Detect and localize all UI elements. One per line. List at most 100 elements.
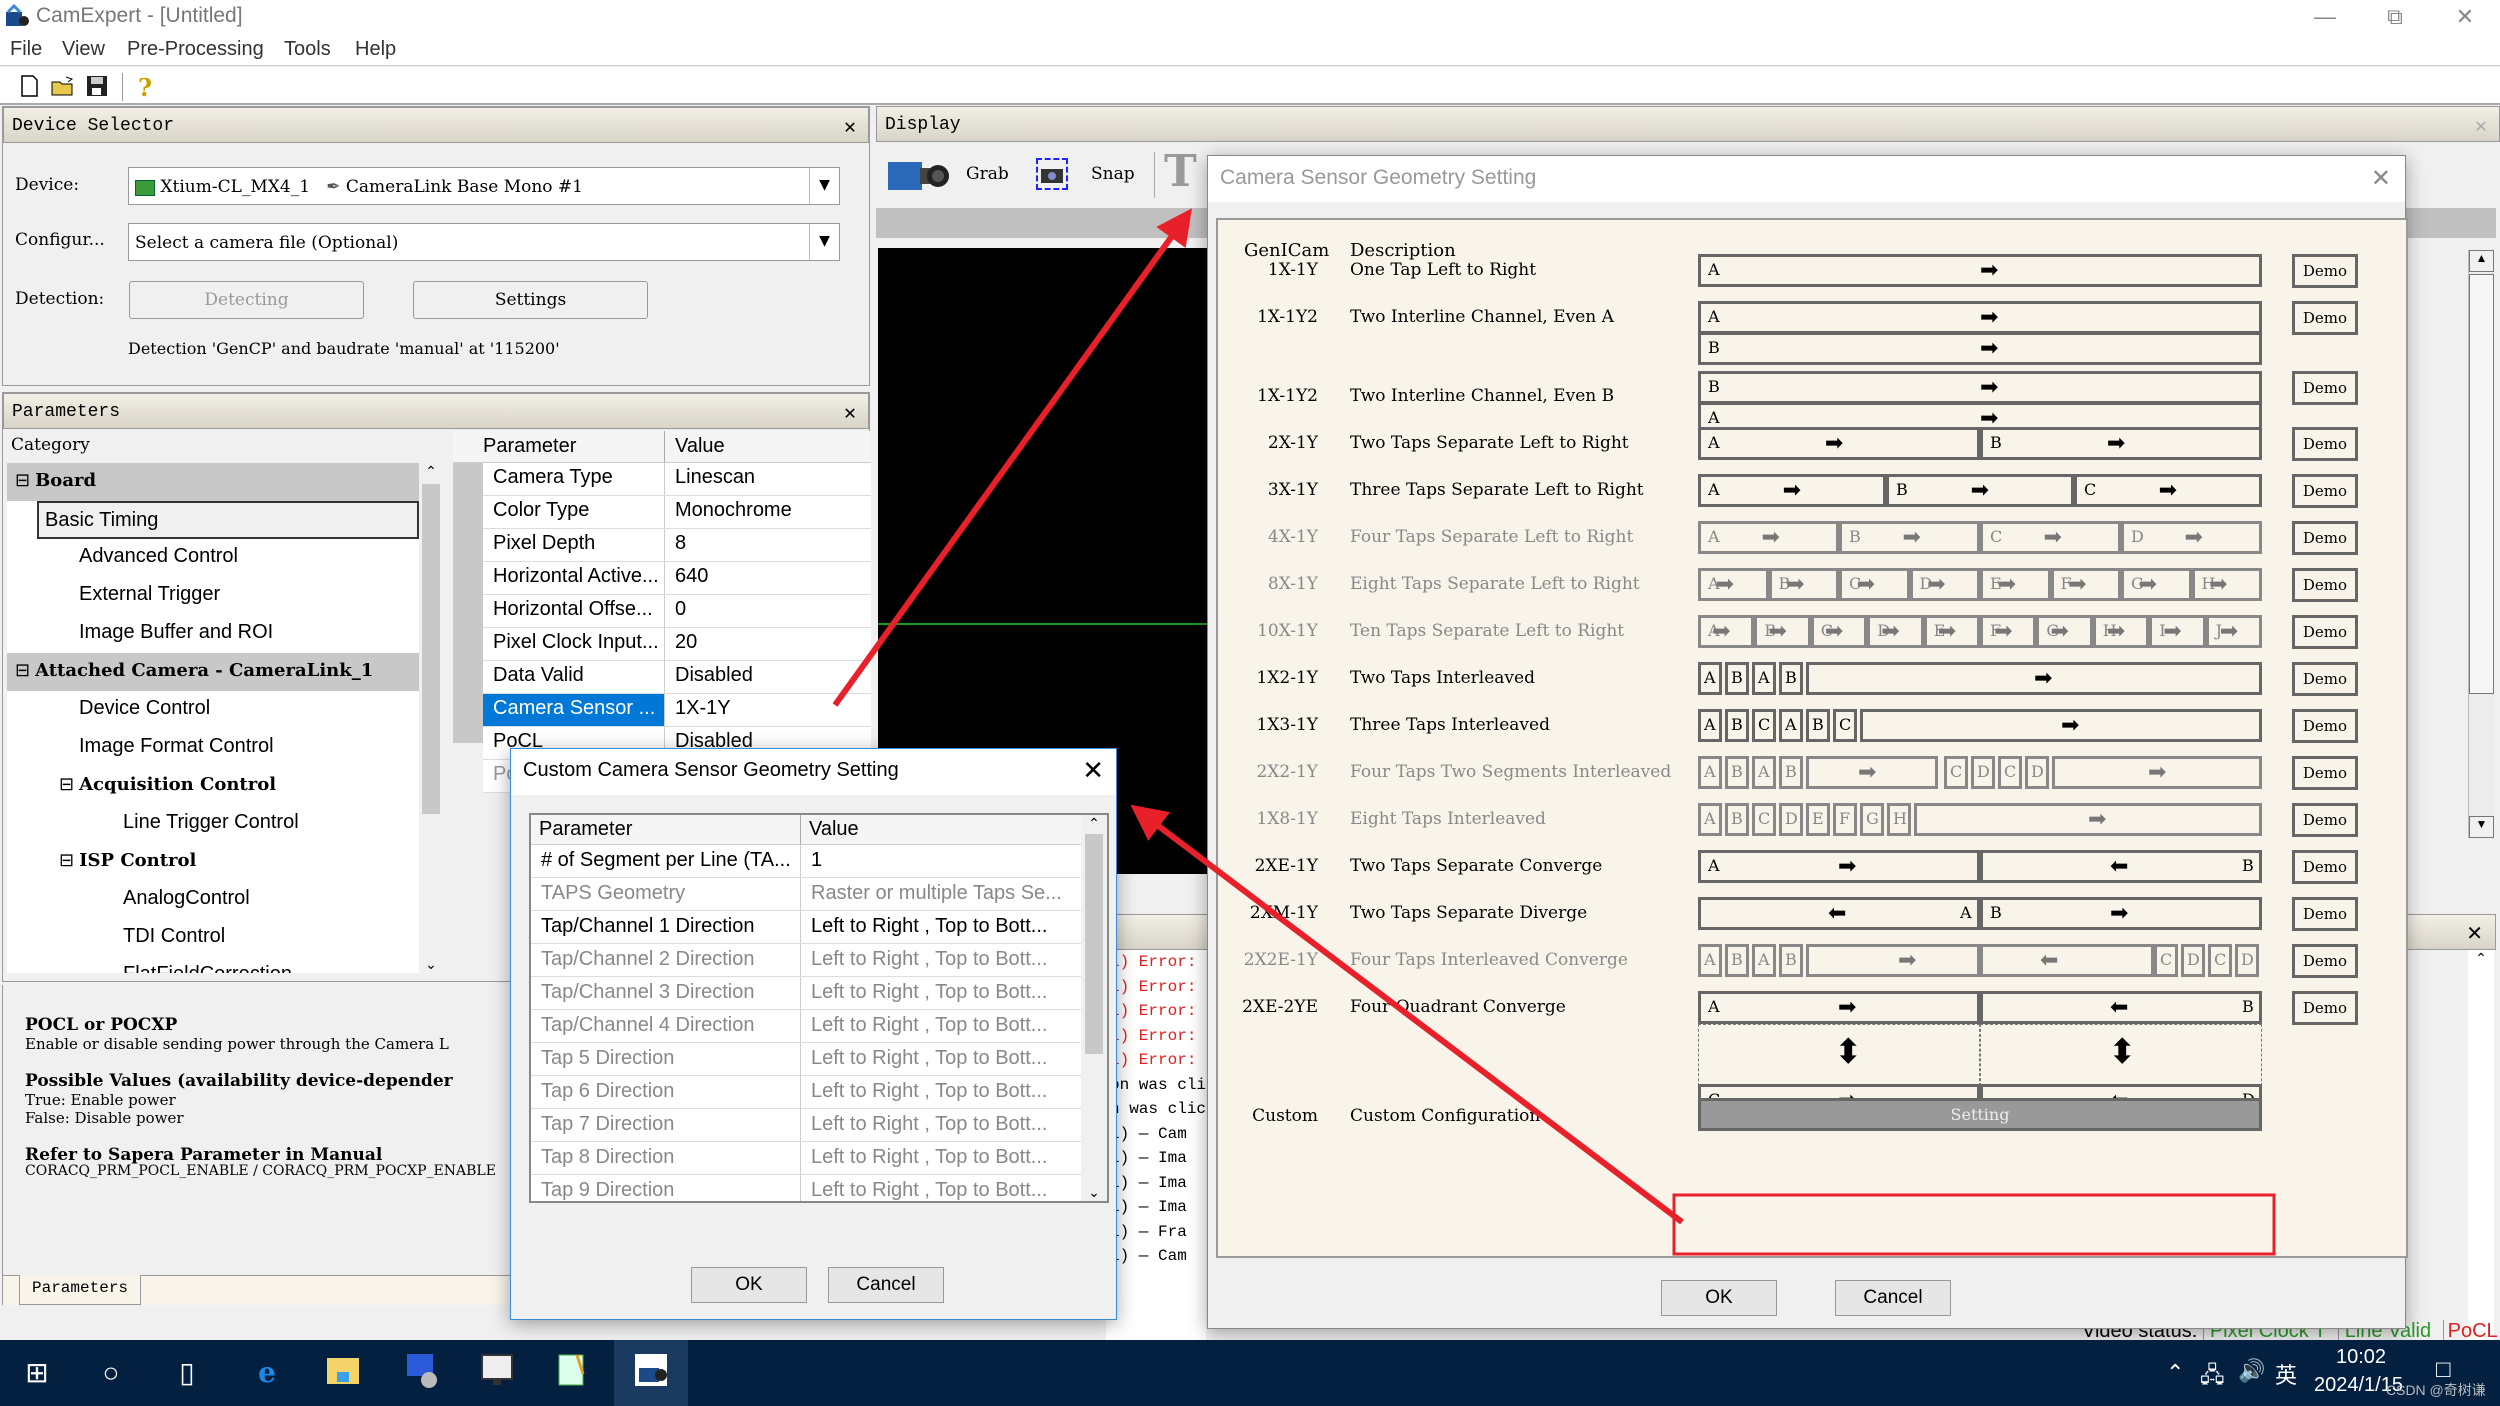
expand-toggle-icon[interactable]: ⊟ [15, 470, 35, 490]
param-row[interactable]: Pixel Depth 8 [483, 529, 871, 562]
custom-ok-button[interactable]: OK [691, 1267, 807, 1303]
cancel-button[interactable]: Cancel [1835, 1280, 1951, 1316]
monitor-app-icon[interactable] [474, 1350, 520, 1396]
custom-param-row[interactable]: Tap/Channel 3 Direction Left to Right , T… [531, 977, 1081, 1010]
close-icon[interactable]: ✕ [844, 114, 856, 140]
network-icon[interactable]: 🖧 [2200, 1358, 2225, 1396]
demo-button[interactable]: Demo [2292, 803, 2358, 837]
expand-toggle-icon[interactable]: ⊟ [59, 774, 79, 794]
category-item[interactable]: Line Trigger Control [7, 805, 419, 843]
notification-icon[interactable]: □ [2436, 1356, 2451, 1384]
grab-button[interactable]: Grab [966, 164, 1009, 184]
minimize-button[interactable]: — [2290, 0, 2360, 36]
close-icon[interactable]: ✕ [1082, 755, 1104, 786]
notepad-icon[interactable] [548, 1350, 594, 1396]
close-icon[interactable]: ✕ [2466, 921, 2483, 946]
settings-button[interactable]: Settings [413, 281, 648, 319]
demo-button[interactable]: Demo [2292, 991, 2358, 1025]
demo-button[interactable]: Demo [2292, 301, 2358, 335]
category-item[interactable]: Image Buffer and ROI [7, 615, 419, 653]
chevron-down-icon[interactable]: ▼ [809, 168, 839, 204]
demo-button[interactable]: Demo [2292, 709, 2358, 743]
param-value[interactable]: 0 [665, 595, 871, 627]
camexpert-taskbar-button[interactable] [614, 1340, 688, 1406]
scroll-down-icon[interactable]: ⌄ [419, 956, 443, 973]
param-row[interactable]: Horizontal Active... 640 [483, 562, 871, 595]
custom-param-value[interactable]: Left to Right , Top to Bott... [801, 1010, 1081, 1042]
param-value[interactable]: Monochrome [665, 496, 871, 528]
custom-table-scrollbar[interactable]: ⌃ ⌄ [1081, 815, 1107, 1201]
demo-button[interactable]: Demo [2292, 371, 2358, 405]
custom-param-value[interactable]: Left to Right , Top to Bott... [801, 977, 1081, 1009]
custom-param-row[interactable]: Tap 6 Direction Left to Right , Top to Bo… [531, 1076, 1081, 1109]
ime-indicator[interactable]: 英 [2275, 1358, 2297, 1390]
detecting-button[interactable]: Detecting [129, 281, 364, 319]
custom-param-value[interactable]: Raster or multiple Taps Se... [801, 878, 1081, 910]
param-row[interactable]: Data Valid Disabled [483, 661, 871, 694]
param-row[interactable]: Color Type Monochrome [483, 496, 871, 529]
demo-button[interactable]: Demo [2292, 568, 2358, 602]
expand-toggle-icon[interactable]: ⊟ [59, 850, 79, 870]
text-overlay-icon[interactable]: T [1164, 146, 1197, 197]
category-item[interactable]: ⊟ Board [7, 463, 419, 501]
demo-button[interactable]: Demo [2292, 897, 2358, 931]
category-item[interactable]: ⊟ ISP Control [7, 843, 419, 881]
param-row[interactable]: Camera Type Linescan [483, 463, 871, 496]
snap-button[interactable]: Snap [1091, 164, 1135, 184]
custom-param-value[interactable]: Left to Right , Top to Bott... [801, 911, 1081, 943]
param-row[interactable]: Pixel Clock Input... 20 [483, 628, 871, 661]
param-row[interactable]: Camera Sensor ... 1X-1Y [483, 694, 871, 727]
category-item[interactable]: ⊟ Attached Camera - CameraLink_1 [7, 653, 419, 691]
remote-desktop-icon[interactable] [398, 1350, 444, 1396]
demo-button[interactable]: Demo [2292, 756, 2358, 790]
category-item[interactable]: Image Format Control [7, 729, 419, 767]
close-window-button[interactable]: ✕ [2430, 0, 2500, 36]
grab-camera-icon[interactable] [886, 154, 950, 198]
windows-start-icon[interactable]: ⊞ [14, 1350, 60, 1396]
tab-parameters[interactable]: Parameters [19, 1275, 142, 1305]
scroll-up-icon[interactable]: ▲ [2469, 250, 2494, 272]
scroll-down-icon[interactable]: ▼ [2469, 816, 2494, 838]
custom-param-value[interactable]: Left to Right , Top to Bott... [801, 1142, 1081, 1174]
save-icon[interactable] [84, 73, 110, 99]
custom-param-row[interactable]: Tap/Channel 2 Direction Left to Right , T… [531, 944, 1081, 977]
param-value[interactable]: 8 [665, 529, 871, 561]
custom-param-row[interactable]: Tap 9 Direction Left to Right , Top to Bo… [531, 1175, 1081, 1201]
custom-param-row[interactable]: Tap/Channel 4 Direction Left to Right , T… [531, 1010, 1081, 1043]
edge-icon[interactable]: e [244, 1350, 290, 1396]
custom-param-value[interactable]: Left to Right , Top to Bott... [801, 1175, 1081, 1201]
demo-button[interactable]: Demo [2292, 427, 2358, 461]
custom-param-row[interactable]: # of Segment per Line (TA... 1 [531, 845, 1081, 878]
file-explorer-icon[interactable] [320, 1350, 366, 1396]
custom-param-value[interactable]: Left to Right , Top to Bott... [801, 1076, 1081, 1108]
clock-time[interactable]: 10:02 [2336, 1346, 2386, 1369]
task-view-icon[interactable]: ▯ [164, 1350, 210, 1396]
scroll-up-icon[interactable]: ⌃ [2468, 950, 2494, 967]
category-item[interactable]: Advanced Control [7, 539, 419, 577]
close-icon[interactable]: ✕ [844, 400, 856, 426]
custom-param-value[interactable]: 1 [801, 845, 1081, 877]
category-item[interactable]: ⊟ Acquisition Control [7, 767, 419, 805]
demo-button[interactable]: Demo [2292, 254, 2358, 288]
param-value[interactable]: 1X-1Y [665, 694, 871, 726]
custom-param-value[interactable]: Left to Right , Top to Bott... [801, 1109, 1081, 1141]
close-icon[interactable]: ✕ [2475, 113, 2487, 139]
snap-camera-icon[interactable] [1036, 158, 1068, 190]
demo-button[interactable]: Demo [2292, 521, 2358, 555]
demo-button[interactable]: Demo [2292, 474, 2358, 508]
open-folder-icon[interactable] [50, 73, 76, 99]
scroll-up-icon[interactable]: ⌃ [419, 463, 443, 480]
param-value[interactable]: 640 [665, 562, 871, 594]
param-row[interactable]: Horizontal Offse... 0 [483, 595, 871, 628]
category-scrollbar[interactable]: ⌃ ⌄ [419, 463, 443, 973]
scroll-down-icon[interactable]: ⌄ [1081, 1184, 1107, 1201]
chevron-down-icon[interactable]: ▼ [809, 224, 839, 260]
demo-button[interactable]: Demo [2292, 944, 2358, 978]
menu-tools[interactable]: Tools [284, 38, 331, 61]
custom-param-value[interactable]: Left to Right , Top to Bott... [801, 944, 1081, 976]
menu-view[interactable]: View [62, 38, 105, 61]
demo-button[interactable]: Demo [2292, 850, 2358, 884]
display-vscrollbar[interactable]: ▲ ▼ [2468, 250, 2494, 838]
new-file-icon[interactable] [16, 73, 42, 99]
config-combo[interactable]: Select a camera file (Optional) ▼ [128, 223, 840, 261]
